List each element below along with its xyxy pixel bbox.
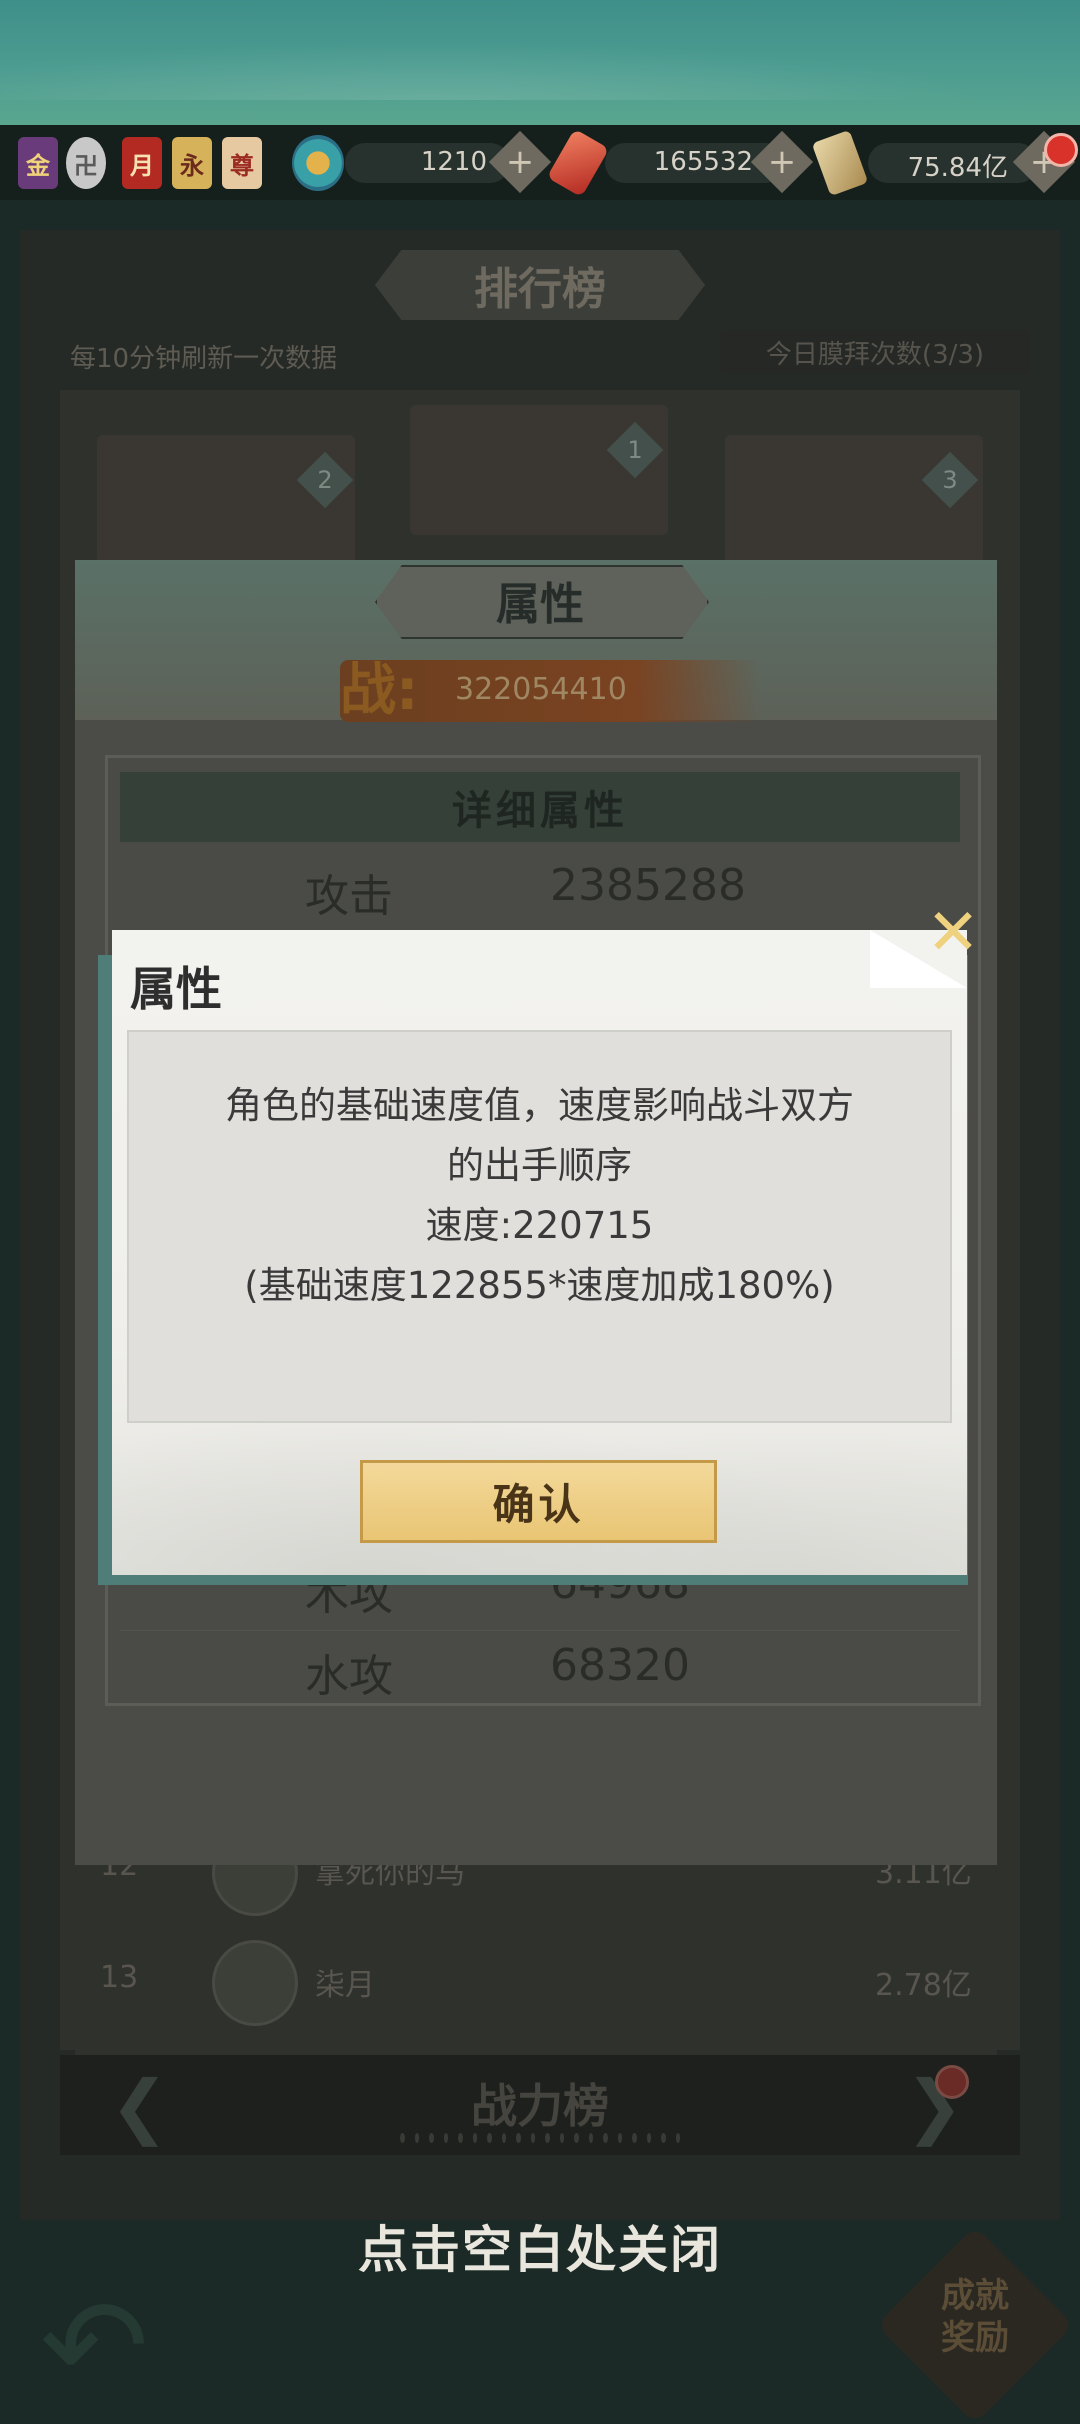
stat-name: 攻击 (305, 871, 393, 922)
detail-attributes-title: 详细属性 (120, 772, 960, 842)
resource-value-3: 75.84亿 (907, 153, 1008, 183)
notification-dot (935, 2065, 969, 2099)
speed-formula: (基础速度122855*速度加成180%) (244, 1264, 835, 1307)
add-resource-1-button[interactable]: + (488, 130, 552, 194)
speed-value: 速度:220715 (425, 1204, 654, 1247)
dialog-title: 属性 (130, 962, 222, 1016)
badge-swastika[interactable]: 卍 (66, 137, 106, 189)
back-arrow-icon[interactable]: ↶ (40, 2270, 240, 2422)
vip-badge-gold[interactable]: 金 (18, 137, 58, 189)
stat-row[interactable] (120, 1630, 960, 1705)
leaderboard-title: 排行榜 (474, 264, 606, 315)
row-13-value: 2.78亿 (875, 1968, 972, 2003)
rank-number-1: 1 (606, 421, 664, 479)
confirm-button[interactable]: 确认 (360, 1460, 717, 1543)
jade-swirl-icon (292, 135, 344, 191)
rank-number-2: 2 (296, 451, 354, 509)
badge-month-card[interactable]: 月 (122, 137, 162, 189)
top-scenery (0, 0, 1080, 125)
dialog-description-line1: 角色的基础速度值，速度影响战斗双方 (225, 1084, 854, 1127)
rank-number-3: 3 (921, 451, 979, 509)
achievement-reward-label: 成就 奖励 (941, 2276, 1009, 2358)
add-resource-2-button[interactable]: + (750, 130, 814, 194)
notification-dot (1044, 133, 1078, 167)
badge-supreme[interactable]: 尊 (222, 137, 262, 189)
worship-count: 今日膜拜次数(3/3) (720, 330, 1030, 374)
stat-row[interactable] (120, 855, 960, 931)
resource-value-1: 1210 (420, 147, 487, 177)
leaderboard-footer-title: 战力榜 (471, 2079, 609, 2133)
row-13-name: 柒月 (315, 1968, 375, 2003)
resource-value-2: 165532 (653, 147, 753, 177)
page-indicator (400, 2133, 680, 2147)
dialog-description-line2: 的出手顺序 (447, 1144, 632, 1187)
attribute-panel-title: 属性 (496, 579, 584, 630)
stat-value: 2385288 (550, 860, 746, 911)
refresh-note: 每10分钟刷新一次数据 (70, 344, 338, 374)
stat-name: 水攻 (305, 1651, 393, 1702)
combat-power-label: 战: (340, 658, 419, 723)
badge-permanent-card[interactable]: 永 (172, 137, 212, 189)
stat-value: 68320 (550, 1640, 690, 1691)
close-icon[interactable]: ✕ (920, 896, 986, 970)
row-13-rank: 13 (100, 1960, 139, 1995)
combat-power-value: 322054410 (455, 672, 627, 707)
chevron-left-icon[interactable]: ❮ (110, 2065, 169, 2147)
leaderboard-rows (75, 1865, 997, 2055)
avatar[interactable] (212, 1940, 298, 2026)
